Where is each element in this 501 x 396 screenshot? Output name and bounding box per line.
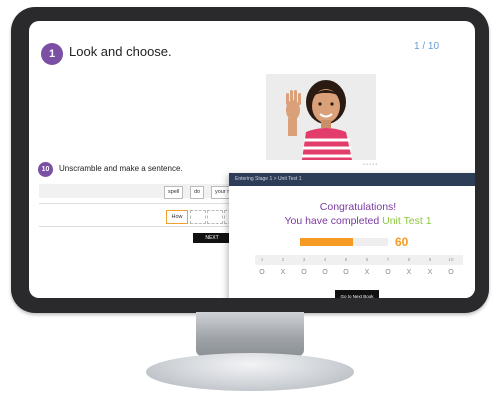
popup-title: Entering Stage 1 > Unit Test 1 (235, 176, 302, 182)
answer-word[interactable]: How (166, 210, 188, 224)
wrong-mark: X (427, 269, 433, 276)
question-number-cell: 7 (386, 257, 390, 262)
popup-header: Entering Stage 1 > Unit Test 1 × (229, 173, 475, 186)
correct-mark: O (385, 269, 391, 276)
question-number-cell: 8 (407, 257, 411, 262)
correct-mark: O (343, 269, 349, 276)
question-number-cell: 5 (344, 257, 348, 262)
monitor-frame: 1 Look and choose. 1 / 10 • • • • • 10 U… (11, 7, 489, 313)
correct-mark: O (301, 269, 307, 276)
question-number-cell: 6 (365, 257, 369, 262)
question-number-cell: 1 (260, 257, 264, 262)
monitor-stand-neck (196, 312, 304, 356)
next-button[interactable]: NEXT (193, 233, 231, 243)
unit-name: Unit Test 1 (382, 215, 432, 227)
question-number-cell: 4 (323, 257, 327, 262)
girl-photo (266, 74, 376, 160)
question-title: Look and choose. (69, 44, 172, 59)
wrong-mark: X (364, 269, 370, 276)
question-number-cell: 3 (302, 257, 306, 262)
question-number-cell: 10 (448, 257, 454, 262)
question-number-cell: 2 (281, 257, 285, 262)
word-chip[interactable]: do (190, 186, 205, 199)
screen: 1 Look and choose. 1 / 10 • • • • • 10 U… (29, 21, 475, 298)
completion-prefix: You have completed (284, 215, 383, 227)
monitor-stand-base (146, 353, 354, 391)
result-popup: Entering Stage 1 > Unit Test 1 × Congrat… (229, 173, 475, 298)
page-counter: 1 / 10 (414, 41, 440, 52)
question-title: Unscramble and make a sentence. (59, 164, 183, 173)
next-book-button[interactable]: Go to Next Book (335, 290, 379, 298)
photo-caption: • • • • • (363, 162, 378, 168)
wrong-mark: X (406, 269, 412, 276)
word-chip[interactable]: spell (164, 186, 184, 199)
answer-slot[interactable] (207, 210, 223, 224)
correct-mark: O (322, 269, 328, 276)
score-bar (300, 238, 388, 246)
divider (39, 226, 249, 227)
congrats-text: Congratulations! (319, 201, 397, 213)
question-number-badge: 10 (38, 162, 53, 177)
completion-text: You have completed Unit Test 1 (229, 215, 475, 227)
score-bar-fill (300, 238, 353, 246)
score-value: 60 (395, 235, 409, 249)
correct-mark: O (259, 269, 265, 276)
correct-mark: O (448, 269, 454, 276)
wrong-mark: X (280, 269, 286, 276)
question-number-badge: 1 (41, 43, 63, 65)
answer-slot[interactable] (190, 210, 206, 224)
divider (39, 203, 249, 204)
question-number-cell: 9 (428, 257, 432, 262)
